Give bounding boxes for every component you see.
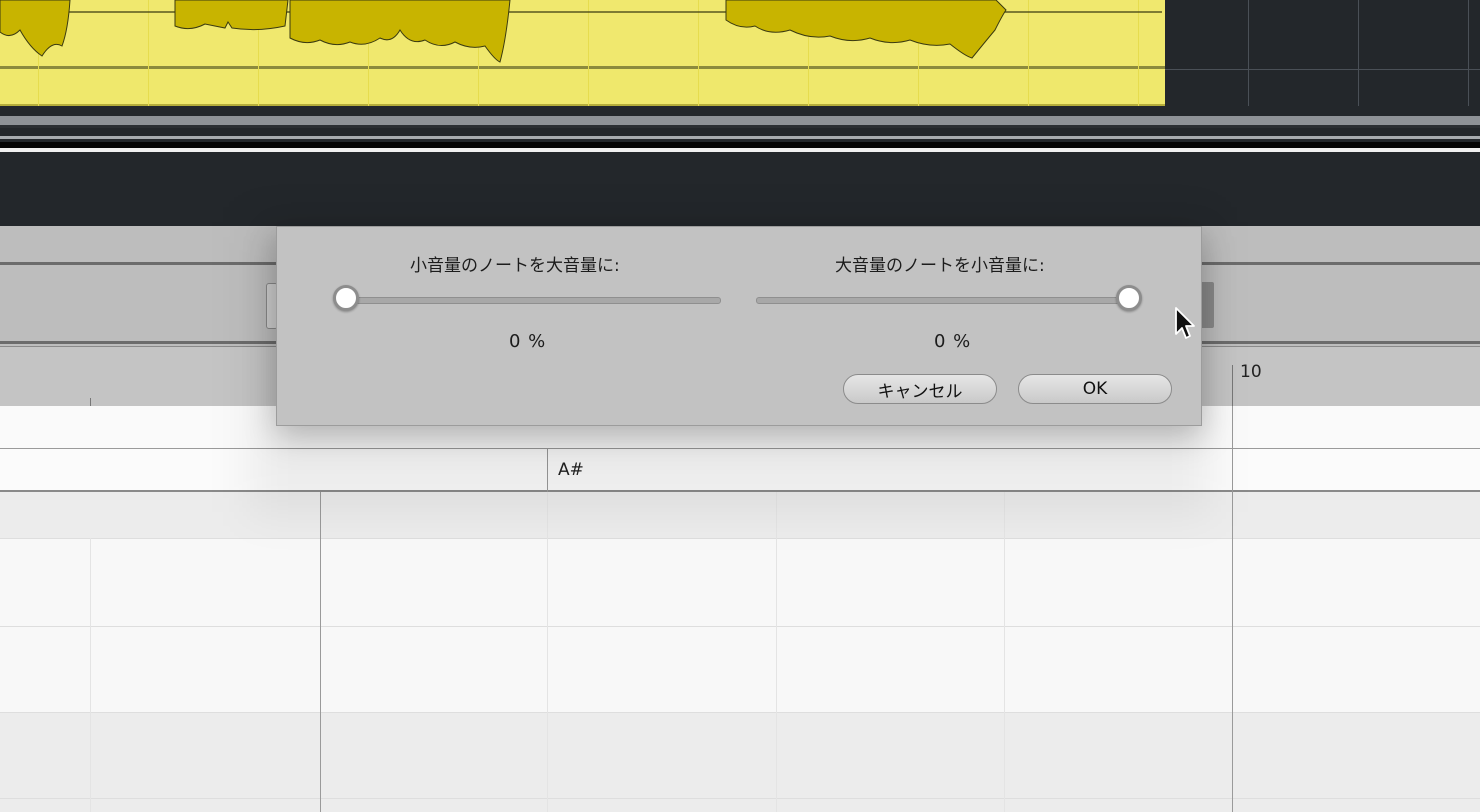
- piano-roll-hline: [0, 798, 1480, 799]
- right-slider-track[interactable]: [756, 297, 1132, 304]
- editor-divider-highlight: [0, 148, 1480, 152]
- piano-roll-bar-line: [320, 492, 321, 812]
- left-slider-track[interactable]: [345, 297, 721, 304]
- piano-roll-hline: [0, 626, 1480, 627]
- arrange-grid-line: [1248, 0, 1249, 106]
- velocity-compress-dialog: 小音量のノートを大音量に: 大音量のノートを小音量に: 0 % 0 % キャンセ…: [276, 226, 1202, 426]
- piano-roll-vline: [547, 492, 548, 812]
- track-separator: [0, 116, 1480, 125]
- ok-button[interactable]: OK: [1018, 374, 1172, 404]
- arrange-grid-hline: [1165, 69, 1480, 70]
- track-separator: [0, 136, 1480, 139]
- right-slider-knob[interactable]: [1116, 285, 1142, 311]
- region-lower-lane[interactable]: [0, 69, 1165, 106]
- piano-roll-vline: [1004, 492, 1005, 812]
- region-bottom-edge: [0, 104, 1165, 106]
- right-slider-value: 0 %: [934, 331, 972, 352]
- key-row-light: [0, 538, 1480, 712]
- piano-roll-bar-line: [1232, 406, 1233, 812]
- left-slider-value: 0 %: [509, 331, 547, 352]
- arrange-grid-line: [1358, 0, 1359, 106]
- ruler-bar-number: 10: [1240, 362, 1262, 382]
- piano-roll-vline: [776, 492, 777, 812]
- ruler-tick: [1232, 365, 1233, 406]
- mouse-cursor-icon: [1175, 307, 1195, 339]
- left-slider-label: 小音量のノートを大音量に:: [410, 256, 620, 276]
- cancel-button[interactable]: キャンセル: [843, 374, 997, 404]
- piano-roll-vline: [90, 538, 91, 812]
- key-row-dark: [0, 712, 1480, 812]
- right-slider-label: 大音量のノートを小音量に:: [835, 256, 1045, 276]
- track-separator: [0, 125, 1480, 128]
- arrange-grid-line: [1468, 0, 1469, 106]
- piano-roll-hline: [0, 712, 1480, 713]
- left-slider-knob[interactable]: [333, 285, 359, 311]
- piano-roll-hline: [0, 538, 1480, 539]
- audio-waveform: [0, 0, 1162, 63]
- ruler-tick: [90, 398, 91, 406]
